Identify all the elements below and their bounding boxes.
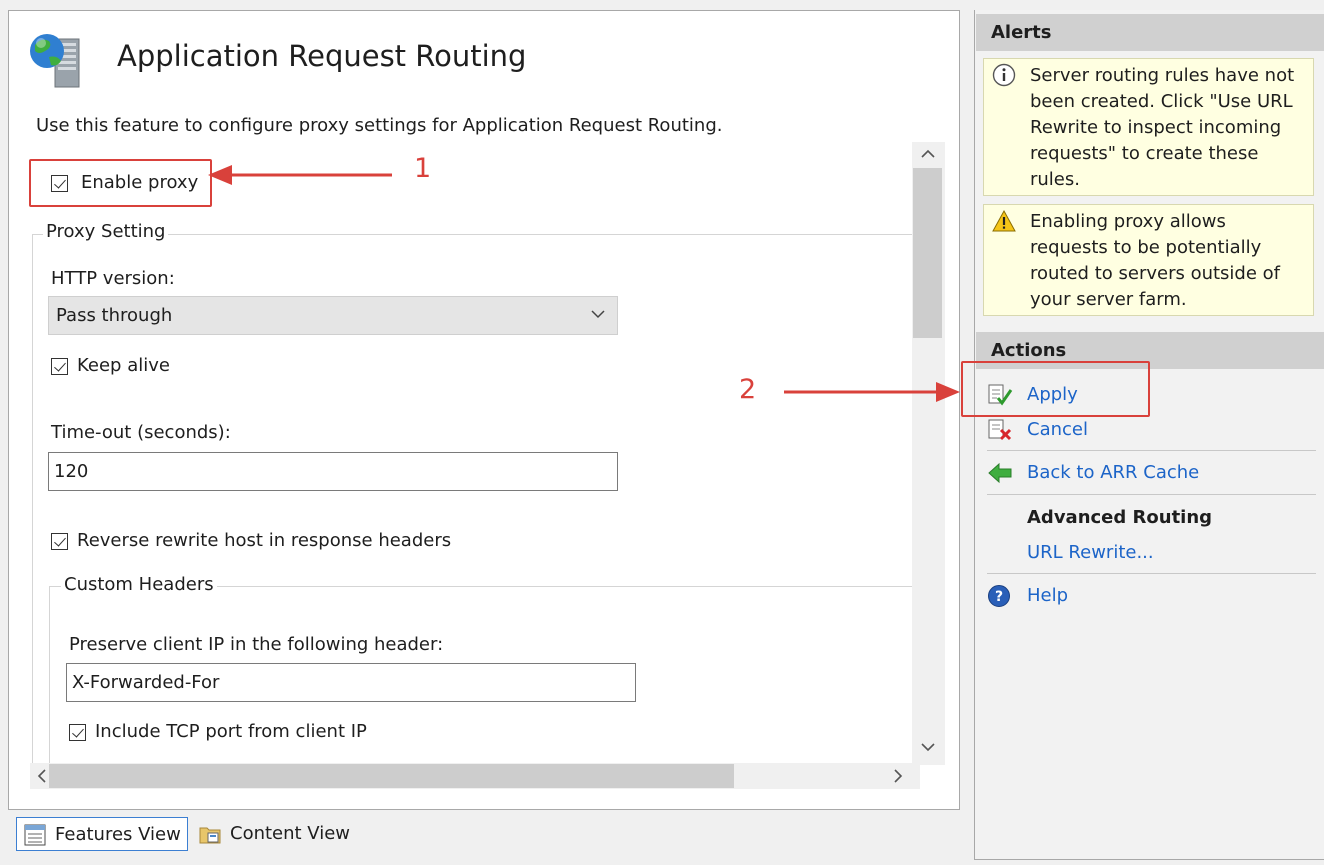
- keep-alive-checkbox[interactable]: [51, 358, 68, 375]
- alert-line: been created. Click "Use URL: [1030, 91, 1293, 112]
- http-version-select[interactable]: Pass through: [48, 296, 618, 335]
- cancel-icon: [988, 419, 1012, 441]
- alert-line: Server routing rules have not: [1030, 65, 1295, 86]
- help-icon: ?: [988, 585, 1010, 607]
- tab-features-view[interactable]: Features View: [16, 817, 188, 851]
- annotation-number-2: 2: [739, 374, 757, 405]
- tab-content-view[interactable]: Content View: [192, 817, 362, 851]
- actions-separator: [987, 494, 1316, 495]
- url-rewrite-label: URL Rewrite...: [1027, 542, 1154, 563]
- settings-scroll-area: Enable proxy Proxy Setting HTTP version:…: [10, 142, 944, 782]
- alert-line: your server farm.: [1030, 289, 1187, 310]
- content-view-icon: [199, 827, 221, 844]
- preserve-ip-input[interactable]: X-Forwarded-For: [66, 663, 636, 702]
- annotation-arrow-2: [784, 382, 960, 402]
- page-description: Use this feature to configure proxy sett…: [36, 115, 723, 136]
- alert-line: requests" to create these: [1030, 143, 1259, 164]
- enable-proxy-checkbox[interactable]: [51, 175, 68, 192]
- proxy-setting-border-left: [32, 234, 33, 782]
- scroll-down-arrow-icon[interactable]: [919, 738, 937, 756]
- http-version-value: Pass through: [56, 305, 173, 326]
- annotation-number-1: 1: [414, 153, 432, 184]
- actions-separator: [987, 573, 1316, 574]
- back-to-arr-cache-label: Back to ARR Cache: [1027, 462, 1200, 483]
- features-view-icon: [24, 824, 46, 846]
- alert-enabling-proxy-text: Enabling proxy allows requests to be pot…: [1030, 209, 1280, 313]
- scroll-up-arrow-icon[interactable]: [919, 145, 937, 163]
- alerts-header: Alerts: [976, 14, 1324, 51]
- arr-globe-server-icon: [30, 34, 80, 88]
- feature-panel: Application Request Routing Use this fea…: [8, 10, 960, 810]
- alert-line: Rewrite to inspect incoming: [1030, 117, 1282, 138]
- custom-headers-legend: Custom Headers: [61, 574, 217, 595]
- timeout-input[interactable]: 120: [48, 452, 618, 491]
- annotation-arrow-1: [208, 165, 392, 185]
- info-icon: [992, 63, 1016, 87]
- alert-enabling-proxy: Enabling proxy allows requests to be pot…: [983, 204, 1314, 316]
- include-tcp-label[interactable]: Include TCP port from client IP: [95, 721, 367, 742]
- chevron-down-icon: [591, 310, 605, 319]
- alert-line: rules.: [1030, 169, 1080, 190]
- back-arrow-icon: [988, 462, 1012, 484]
- scroll-left-arrow-icon[interactable]: [33, 767, 51, 785]
- tab-content-label: Content View: [230, 823, 351, 844]
- actions-separator: [987, 450, 1316, 451]
- svg-text:?: ?: [995, 589, 1003, 605]
- include-tcp-checkbox[interactable]: [69, 724, 86, 741]
- help-label: Help: [1027, 585, 1069, 606]
- timeout-label: Time-out (seconds):: [51, 422, 231, 443]
- reverse-rewrite-label[interactable]: Reverse rewrite host in response headers: [77, 530, 451, 551]
- tab-features-label: Features View: [55, 824, 181, 845]
- alert-line: Enabling proxy allows: [1030, 211, 1226, 232]
- horizontal-scrollbar-thumb[interactable]: [49, 764, 734, 788]
- alert-routing-rules-text: Server routing rules have not been creat…: [1030, 63, 1294, 193]
- custom-headers-border-left: [49, 586, 50, 782]
- cancel-label: Cancel: [1027, 419, 1088, 440]
- advanced-routing-heading: Advanced Routing: [987, 503, 1212, 533]
- warning-icon: [992, 209, 1016, 232]
- alert-line: routed to servers outside of: [1030, 263, 1281, 284]
- proxy-setting-legend: Proxy Setting: [43, 221, 169, 242]
- alert-routing-rules: Server routing rules have not been creat…: [983, 58, 1314, 196]
- actions-pane: Alerts Server routing rules have not bee…: [974, 10, 1324, 860]
- url-rewrite-action[interactable]: URL Rewrite...: [987, 538, 1154, 568]
- vertical-scrollbar-thumb[interactable]: [913, 168, 942, 338]
- back-to-arr-cache-action[interactable]: Back to ARR Cache: [987, 458, 1199, 488]
- scroll-right-arrow-icon[interactable]: [889, 767, 907, 785]
- page-title: Application Request Routing: [117, 39, 527, 73]
- advanced-routing-heading-label: Advanced Routing: [1027, 507, 1213, 528]
- alert-line: requests to be potentially: [1030, 237, 1262, 258]
- cancel-action[interactable]: Cancel: [987, 415, 1088, 445]
- annotation-highlight-apply: [961, 361, 1150, 417]
- reverse-rewrite-checkbox[interactable]: [51, 533, 68, 550]
- timeout-value: 120: [54, 461, 89, 482]
- preserve-ip-value: X-Forwarded-For: [72, 672, 220, 693]
- http-version-label: HTTP version:: [51, 268, 175, 289]
- keep-alive-label[interactable]: Keep alive: [77, 355, 170, 376]
- enable-proxy-label[interactable]: Enable proxy: [81, 172, 198, 193]
- help-action[interactable]: ? Help: [987, 581, 1068, 611]
- preserve-ip-label: Preserve client IP in the following head…: [69, 634, 444, 655]
